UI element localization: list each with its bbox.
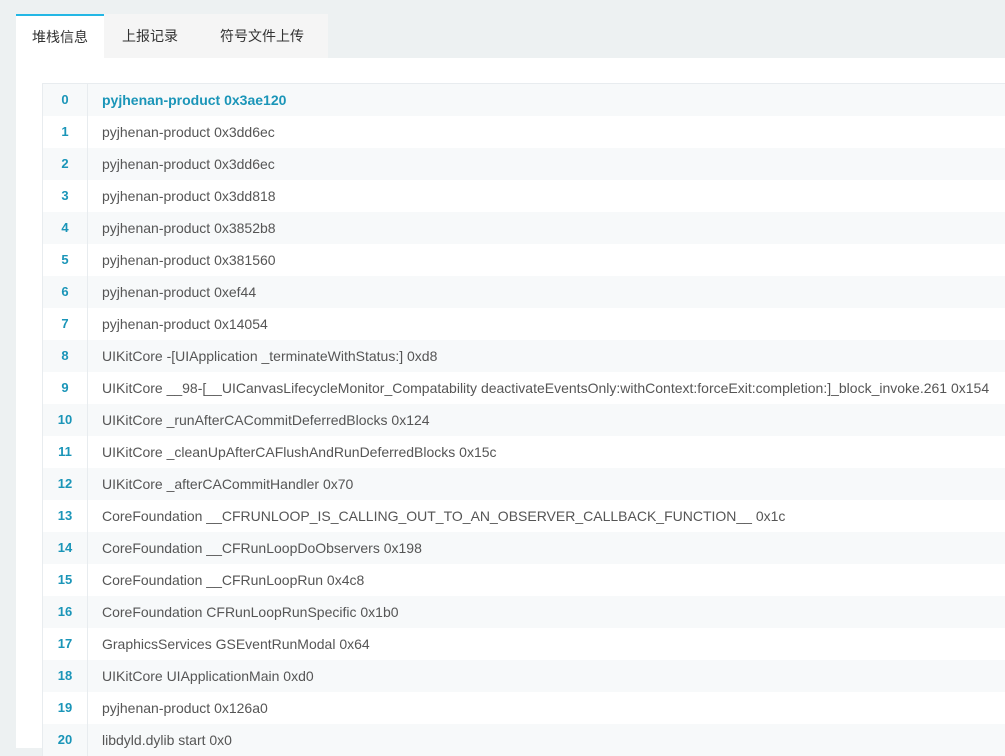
stack-frame-index: 12 bbox=[43, 468, 88, 500]
stack-frame-index: 11 bbox=[43, 436, 88, 468]
stack-frame-symbol: pyjhenan-product 0x3852b8 bbox=[102, 220, 276, 236]
stack-frame-index: 14 bbox=[43, 532, 88, 564]
stack-frame-index: 1 bbox=[43, 116, 88, 148]
stack-frame-symbol: libdyld.dylib start 0x0 bbox=[102, 732, 232, 748]
stack-frame-symbol: CoreFoundation __CFRUNLOOP_IS_CALLING_OU… bbox=[102, 508, 786, 524]
stack-frame-row: 4 pyjhenan-product 0x3852b8 bbox=[43, 212, 1005, 244]
stack-frame-row: 0 pyjhenan-product 0x3ae120 bbox=[43, 84, 1005, 116]
stack-frame-row: 9 UIKitCore __98-[__UICanvasLifecycleMoni… bbox=[43, 372, 1005, 404]
stack-frame-index: 5 bbox=[43, 244, 88, 276]
stack-frame-row: 16 CoreFoundation CFRunLoopRunSpecific 0x… bbox=[43, 596, 1005, 628]
stack-frame-index: 3 bbox=[43, 180, 88, 212]
stack-frame-index: 18 bbox=[43, 660, 88, 692]
stack-frame-row: 19 pyjhenan-product 0x126a0 bbox=[43, 692, 1005, 724]
stack-frame-symbol: UIKitCore -[UIApplication _terminateWith… bbox=[102, 348, 438, 364]
stack-frame-symbol: CoreFoundation __CFRunLoopRun 0x4c8 bbox=[102, 572, 365, 588]
stack-frame-row: 18 UIKitCore UIApplicationMain 0xd0 bbox=[43, 660, 1005, 692]
stack-frame-row: 6 pyjhenan-product 0xef44 bbox=[43, 276, 1005, 308]
stack-frame-symbol: pyjhenan-product 0x3dd6ec bbox=[102, 124, 275, 140]
stack-frame-index: 8 bbox=[43, 340, 88, 372]
stack-frame-row: 7 pyjhenan-product 0x14054 bbox=[43, 308, 1005, 340]
stack-frame-index: 0 bbox=[43, 84, 88, 116]
stack-frame-symbol: GraphicsServices GSEventRunModal 0x64 bbox=[102, 636, 370, 652]
stack-frame-row: 5 pyjhenan-product 0x381560 bbox=[43, 244, 1005, 276]
stack-frame-index: 4 bbox=[43, 212, 88, 244]
stack-frame-index: 15 bbox=[43, 564, 88, 596]
stack-frame-row: 2 pyjhenan-product 0x3dd6ec bbox=[43, 148, 1005, 180]
stack-frame-index: 7 bbox=[43, 308, 88, 340]
stack-frame-index: 20 bbox=[43, 724, 88, 756]
stack-frame-symbol: pyjhenan-product 0x3ae120 bbox=[102, 92, 287, 108]
stack-frame-symbol: pyjhenan-product 0x126a0 bbox=[102, 700, 268, 716]
stack-frame-row: 1 pyjhenan-product 0x3dd6ec bbox=[43, 116, 1005, 148]
stack-frame-index: 6 bbox=[43, 276, 88, 308]
stack-frame-symbol: pyjhenan-product 0x3dd6ec bbox=[102, 156, 275, 172]
stack-frame-symbol: pyjhenan-product 0x14054 bbox=[102, 316, 268, 332]
stack-frame-row: 15 CoreFoundation __CFRunLoopRun 0x4c8 bbox=[43, 564, 1005, 596]
tab-stack-info[interactable]: 堆栈信息 bbox=[16, 14, 104, 58]
stack-frame-symbol: UIKitCore UIApplicationMain 0xd0 bbox=[102, 668, 314, 684]
stack-frame-row: 10 UIKitCore _runAfterCACommitDeferredBlo… bbox=[43, 404, 1005, 436]
stack-frame-index: 9 bbox=[43, 372, 88, 404]
stack-frame-row: 8 UIKitCore -[UIApplication _terminateWit… bbox=[43, 340, 1005, 372]
tab-bar: 堆栈信息 上报记录 符号文件上传 bbox=[16, 14, 328, 58]
stack-panel: 0 pyjhenan-product 0x3ae120 1 pyjhenan-prod… bbox=[16, 58, 1005, 756]
stack-frame-index: 13 bbox=[43, 500, 88, 532]
stack-frame-index: 16 bbox=[43, 596, 88, 628]
stack-frame-index: 19 bbox=[43, 692, 88, 724]
stack-frame-row: 11 UIKitCore _cleanUpAfterCAFlushAndRunDe… bbox=[43, 436, 1005, 468]
stack-frame-symbol: pyjhenan-product 0x3dd818 bbox=[102, 188, 276, 204]
stack-frame-symbol: pyjhenan-product 0x381560 bbox=[102, 252, 276, 268]
stack-frame-index: 17 bbox=[43, 628, 88, 660]
stack-frame-row: 12 UIKitCore _afterCACommitHandler 0x70 bbox=[43, 468, 1005, 500]
stack-frame-row: 3 pyjhenan-product 0x3dd818 bbox=[43, 180, 1005, 212]
stack-frame-row: 17 GraphicsServices GSEventRunModal 0x64 bbox=[43, 628, 1005, 660]
stack-frame-row: 13 CoreFoundation __CFRUNLOOP_IS_CALLING_… bbox=[43, 500, 1005, 532]
stack-frame-symbol: UIKitCore _afterCACommitHandler 0x70 bbox=[102, 476, 354, 492]
stack-frame-index: 2 bbox=[43, 148, 88, 180]
stack-frame-symbol: UIKitCore __98-[__UICanvasLifecycleMonit… bbox=[102, 380, 990, 396]
stack-frame-row: 20 libdyld.dylib start 0x0 bbox=[43, 724, 1005, 756]
stack-frame-symbol: CoreFoundation __CFRunLoopDoObservers 0x… bbox=[102, 540, 422, 556]
stack-trace-table: 0 pyjhenan-product 0x3ae120 1 pyjhenan-prod… bbox=[42, 83, 1005, 756]
stack-frame-symbol: UIKitCore _cleanUpAfterCAFlushAndRunDefe… bbox=[102, 444, 497, 460]
stack-frame-row: 14 CoreFoundation __CFRunLoopDoObservers … bbox=[43, 532, 1005, 564]
stack-frame-symbol: pyjhenan-product 0xef44 bbox=[102, 284, 257, 300]
stack-frame-symbol: UIKitCore _runAfterCACommitDeferredBlock… bbox=[102, 412, 430, 428]
stack-frame-index: 10 bbox=[43, 404, 88, 436]
tab-symbol-upload[interactable]: 符号文件上传 bbox=[196, 14, 328, 58]
tab-report-records[interactable]: 上报记录 bbox=[104, 14, 196, 58]
stack-frame-symbol: CoreFoundation CFRunLoopRunSpecific 0x1b… bbox=[102, 604, 399, 620]
